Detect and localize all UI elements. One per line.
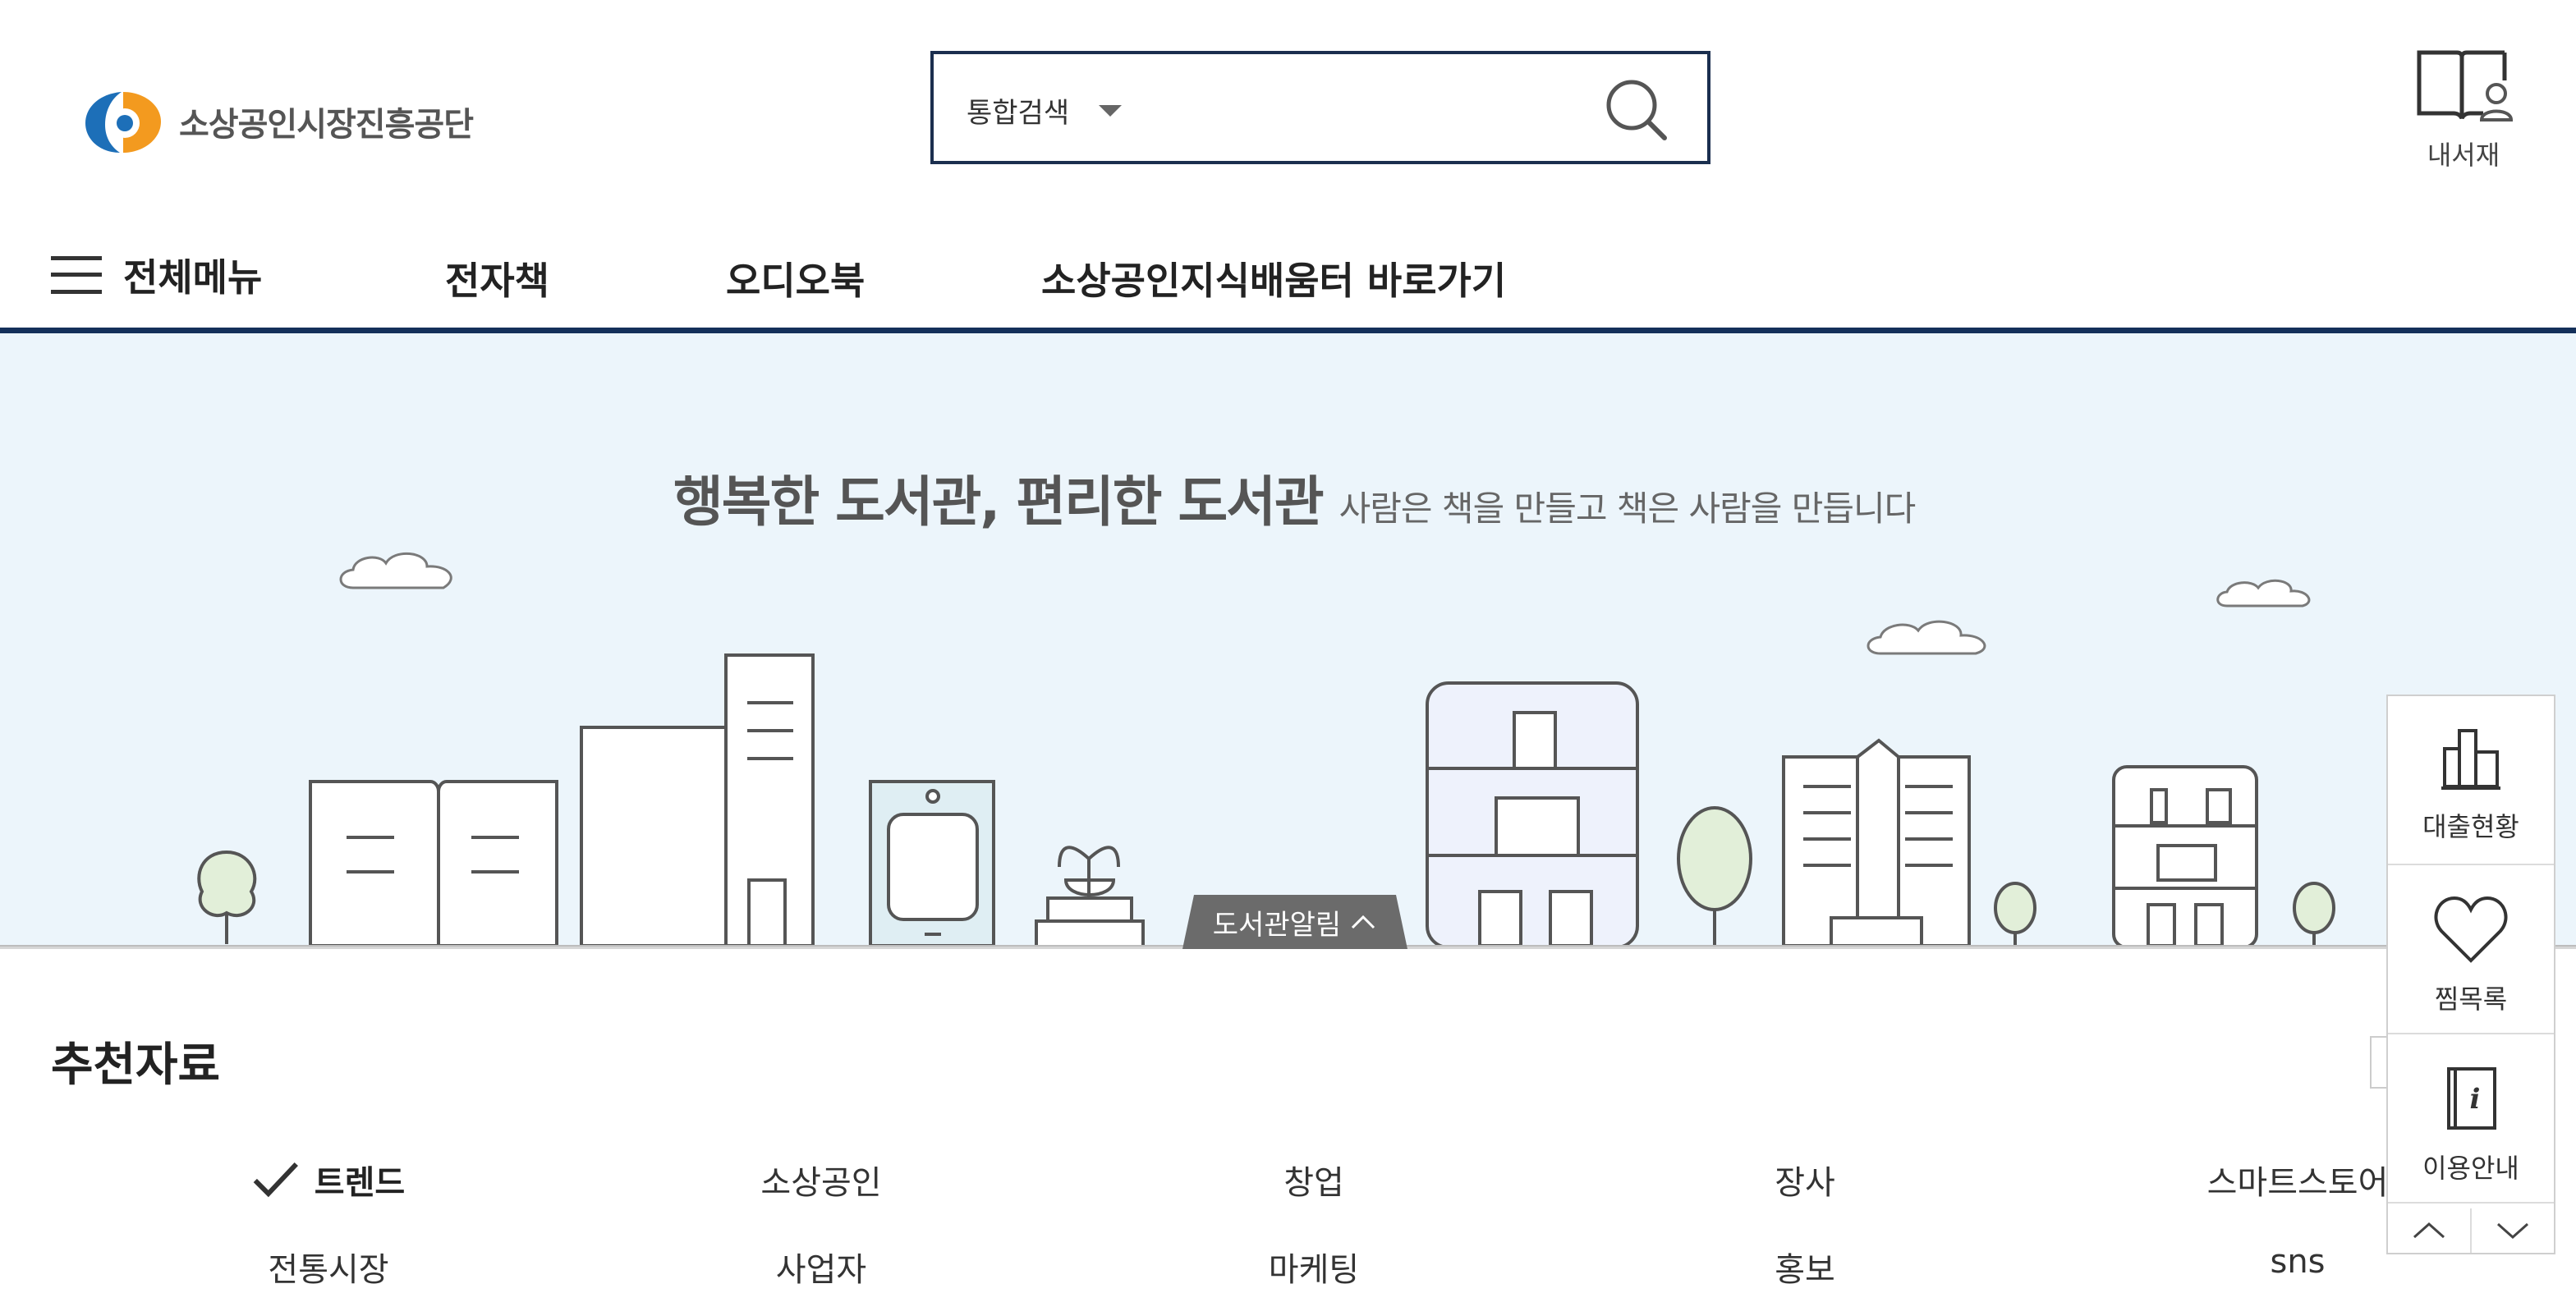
- tag-smartstore[interactable]: 스마트스토어: [2207, 1156, 2389, 1204]
- all-menu-label: 전체메뉴: [123, 255, 263, 300]
- quick-guide-label: 이용안내: [2422, 1153, 2519, 1184]
- tag-marketing[interactable]: 마케팅: [1269, 1243, 1359, 1291]
- tag-traditional-market[interactable]: 전통시장: [268, 1243, 388, 1291]
- banner-subtitle: 사람은 책을 만들고 책은 사람을 만듭니다: [1339, 488, 1917, 529]
- tag-sns[interactable]: sns: [2270, 1243, 2325, 1281]
- nav-link-ebook[interactable]: 전자책: [445, 251, 549, 305]
- quick-wishlist[interactable]: 찜목록: [2388, 865, 2554, 1034]
- books-icon: [2441, 729, 2500, 790]
- heart-icon: [2434, 896, 2508, 963]
- scroll-down-button[interactable]: [2472, 1208, 2554, 1253]
- quick-guide[interactable]: i 이용안내: [2388, 1034, 2554, 1204]
- search-input[interactable]: [1155, 79, 1615, 136]
- search-icon[interactable]: [1604, 77, 1669, 143]
- my-library-label: 내서재: [2427, 140, 2500, 171]
- tag-promotion[interactable]: 홍보: [1775, 1243, 1835, 1291]
- main-nav: 전체메뉴 전자책 오디오북 소상공인지식배움터 바로가기: [0, 222, 2576, 333]
- tag-label: 트렌드: [314, 1164, 406, 1202]
- tag-business[interactable]: 장사: [1775, 1156, 1835, 1204]
- chevron-down-icon: [2497, 1222, 2528, 1240]
- search-box: 통합검색: [930, 51, 1710, 164]
- info-book-icon: i: [2447, 1067, 2496, 1130]
- quick-loan-status-label: 대출현황: [2422, 811, 2519, 842]
- city-illustration: [0, 552, 2576, 947]
- chevron-up-icon: [1352, 915, 1375, 929]
- tag-trend[interactable]: 트렌드: [252, 1156, 405, 1204]
- library-notice-tab[interactable]: 도서관알림: [1182, 895, 1407, 949]
- chevron-up-icon: [2413, 1222, 2445, 1239]
- book-user-icon: [2417, 50, 2513, 122]
- all-menu-button[interactable]: 전체메뉴: [51, 248, 262, 302]
- check-icon: [253, 1162, 298, 1198]
- quick-menu-scroll: [2388, 1208, 2554, 1253]
- scroll-up-button[interactable]: [2388, 1208, 2472, 1253]
- notice-tab-label: 도서관알림: [1212, 908, 1342, 942]
- search-type-select[interactable]: 통합검색: [967, 90, 1123, 131]
- logo-mark-icon: [85, 92, 161, 153]
- my-library-button[interactable]: 내서재: [2406, 48, 2521, 172]
- recommend-title: 추천자료: [51, 1039, 221, 1092]
- hamburger-icon: [51, 254, 102, 296]
- banner-headline: 행복한 도서관, 편리한 도서관: [673, 470, 1325, 534]
- caret-down-icon: [1099, 104, 1123, 117]
- banner-title: 행복한 도서관, 편리한 도서관 사람은 책을 만들고 책은 사람을 만듭니다: [673, 458, 1917, 537]
- site-logo[interactable]: 소상공인시장진흥공단: [82, 89, 474, 154]
- quick-menu: 대출현황 찜목록 i 이용안내: [2386, 695, 2555, 1254]
- tag-startup[interactable]: 창업: [1283, 1156, 1344, 1204]
- search-type-label: 통합검색: [967, 97, 1070, 130]
- nav-link-audiobook[interactable]: 오디오북: [726, 251, 865, 305]
- nav-link-learning-center[interactable]: 소상공인지식배움터 바로가기: [1041, 251, 1506, 305]
- quick-loan-status[interactable]: 대출현황: [2388, 696, 2554, 865]
- tag-business-owner[interactable]: 사업자: [776, 1243, 866, 1291]
- quick-wishlist-label: 찜목록: [2434, 984, 2508, 1015]
- logo-text: 소상공인시장진흥공단: [179, 106, 474, 144]
- tag-small-business[interactable]: 소상공인: [760, 1156, 881, 1204]
- hero-banner: 행복한 도서관, 편리한 도서관 사람은 책을 만들고 책은 사람을 만듭니다: [0, 333, 2576, 949]
- svg-text:i: i: [2470, 1083, 2481, 1116]
